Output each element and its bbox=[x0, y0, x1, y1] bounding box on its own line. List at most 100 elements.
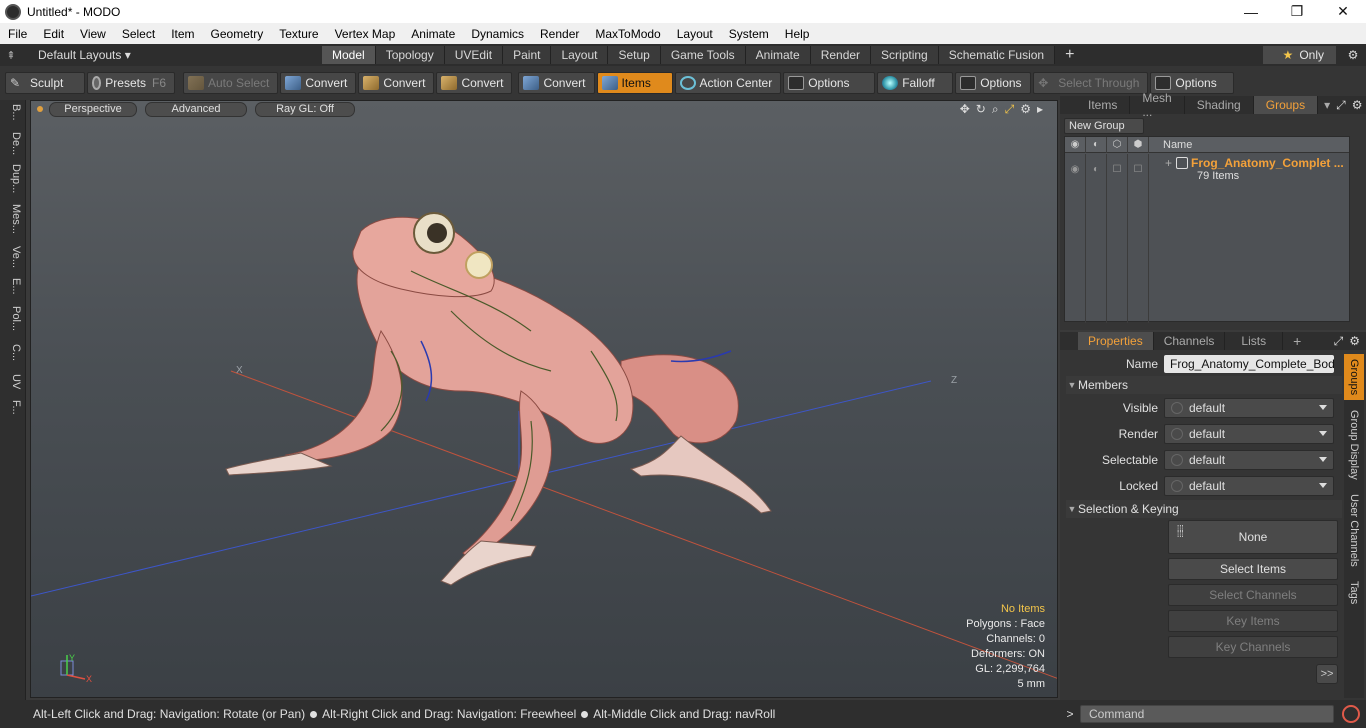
more-button[interactable]: >> bbox=[1316, 664, 1338, 684]
tab-uvedit[interactable]: UVEdit bbox=[444, 46, 504, 64]
new-group-button[interactable]: New Group bbox=[1064, 118, 1144, 134]
menu-maxtomodo[interactable]: MaxToModo bbox=[587, 27, 668, 41]
auto-select-button[interactable]: Auto Select bbox=[183, 72, 279, 94]
tab-model[interactable]: Model bbox=[322, 46, 376, 64]
viewport-more-icon[interactable]: ▸ bbox=[1037, 102, 1043, 116]
menu-animate[interactable]: Animate bbox=[403, 27, 463, 41]
tab-properties[interactable]: Properties bbox=[1078, 332, 1154, 350]
layouts-dropdown[interactable]: ⇞ Default Layouts ▾ bbox=[0, 48, 322, 62]
select-items-button[interactable]: Select Items bbox=[1168, 558, 1338, 580]
group-selectable-checkbox[interactable]: ☐ bbox=[1107, 154, 1128, 323]
menu-dynamics[interactable]: Dynamics bbox=[463, 27, 532, 41]
members-section-header[interactable]: ▼ Members bbox=[1066, 376, 1342, 394]
convert-vertices-button[interactable]: Convert bbox=[280, 72, 357, 94]
tab-shading[interactable]: Shading bbox=[1185, 96, 1254, 114]
viewport-menu-dot[interactable] bbox=[37, 106, 43, 112]
menu-layout[interactable]: Layout bbox=[669, 27, 721, 41]
name-field[interactable]: Frog_Anatomy_Complete_Body ( bbox=[1164, 355, 1334, 373]
groups-tab-dropdown-icon[interactable]: ▾ bbox=[1318, 96, 1336, 114]
side-tab-user-channels[interactable]: User Channels bbox=[1344, 490, 1364, 570]
tab-mesh-ops[interactable]: Mesh ... bbox=[1130, 91, 1185, 119]
tab-lists[interactable]: Lists bbox=[1225, 332, 1284, 350]
tab-topology[interactable]: Topology bbox=[375, 46, 445, 64]
fit-icon[interactable]: ⤢ bbox=[1005, 102, 1015, 117]
add-layout-button[interactable]: + bbox=[1055, 46, 1084, 64]
none-selection-button[interactable]: ⁞⁞⁞ ⁞⁞⁞ None bbox=[1168, 520, 1338, 554]
falloff-options-button[interactable]: Options bbox=[955, 72, 1032, 94]
select-through-button[interactable]: ✥ Select Through bbox=[1033, 72, 1149, 94]
raygl-button[interactable]: Ray GL: Off bbox=[255, 101, 355, 117]
menu-file[interactable]: File bbox=[0, 27, 35, 41]
tab-schematic-fusion[interactable]: Schematic Fusion bbox=[938, 46, 1056, 64]
zoom-icon[interactable]: ⌕ bbox=[992, 102, 999, 117]
items-mode-button[interactable]: Items bbox=[596, 72, 673, 94]
lock-column-icon[interactable]: ⬢ bbox=[1128, 136, 1149, 153]
selectable-column-icon[interactable]: ⬡ bbox=[1107, 136, 1128, 153]
select-channels-button[interactable]: Select Channels bbox=[1168, 584, 1338, 606]
convert-edges-button[interactable]: Convert bbox=[358, 72, 435, 94]
menu-system[interactable]: System bbox=[721, 27, 777, 41]
panel-gear-icon[interactable]: ⚙ bbox=[1349, 334, 1360, 349]
locked-dropdown[interactable]: default bbox=[1164, 476, 1334, 496]
command-stop-icon[interactable] bbox=[1342, 705, 1360, 723]
close-button[interactable]: ✕ bbox=[1320, 0, 1366, 23]
tab-setup[interactable]: Setup bbox=[608, 46, 661, 64]
add-tab-button[interactable]: + bbox=[1283, 332, 1311, 350]
keyframe-ring-icon[interactable] bbox=[1171, 454, 1183, 466]
name-column-header[interactable]: Name bbox=[1149, 139, 1192, 151]
expand-plus-icon[interactable]: + bbox=[1165, 156, 1172, 170]
only-toggle[interactable]: ★ Only bbox=[1262, 46, 1336, 64]
key-channels-button[interactable]: Key Channels bbox=[1168, 636, 1338, 658]
expand-panel-icon[interactable]: ⤢ bbox=[1334, 334, 1344, 349]
side-tab-group-display[interactable]: Group Display bbox=[1344, 406, 1364, 484]
left-tab-polygon[interactable]: Pol... bbox=[4, 306, 22, 331]
keyframe-ring-icon[interactable] bbox=[1171, 480, 1183, 492]
tab-layout[interactable]: Layout bbox=[551, 46, 609, 64]
panel-gear-icon[interactable]: ⚙ bbox=[1352, 98, 1363, 113]
keyframe-ring-icon[interactable] bbox=[1171, 402, 1183, 414]
sculpt-button[interactable]: ✎ Sculpt bbox=[5, 72, 85, 94]
group-row[interactable]: ◉ ◐ ☐ ☐ + Frog_Anatomy_Complet ... 79 Ite… bbox=[1065, 154, 1349, 323]
left-tab-deform[interactable]: De... bbox=[4, 132, 22, 155]
keyframe-ring-icon[interactable] bbox=[1171, 428, 1183, 440]
action-center-button[interactable]: Action Center bbox=[674, 72, 782, 94]
left-tab-mesh-edit[interactable]: Mes... bbox=[4, 204, 22, 234]
left-tab-uv[interactable]: UV bbox=[4, 374, 22, 389]
left-tab-vertex[interactable]: Ve... bbox=[4, 246, 22, 268]
convert-materials-button[interactable]: Convert bbox=[518, 72, 595, 94]
menu-help[interactable]: Help bbox=[777, 27, 818, 41]
group-render-icon[interactable]: ◐ bbox=[1086, 154, 1107, 323]
command-history-chevron[interactable]: > bbox=[1060, 707, 1080, 721]
tab-scripting[interactable]: Scripting bbox=[871, 46, 939, 64]
menu-view[interactable]: View bbox=[72, 27, 114, 41]
menu-geometry[interactable]: Geometry bbox=[203, 27, 272, 41]
selection-keying-section-header[interactable]: ▼ Selection & Keying bbox=[1066, 500, 1342, 518]
left-tab-fusion[interactable]: F... bbox=[4, 400, 22, 415]
render-column-icon[interactable]: ◐ bbox=[1086, 136, 1107, 153]
menu-vertex-map[interactable]: Vertex Map bbox=[327, 27, 404, 41]
left-tab-curve[interactable]: C... bbox=[4, 344, 22, 361]
menu-edit[interactable]: Edit bbox=[35, 27, 72, 41]
maximize-button[interactable]: ❐ bbox=[1274, 0, 1320, 23]
expand-panel-icon[interactable]: ⤢ bbox=[1336, 98, 1346, 113]
side-tab-groups[interactable]: Groups bbox=[1344, 354, 1364, 400]
render-dropdown[interactable]: default bbox=[1164, 424, 1334, 444]
tab-items[interactable]: Items bbox=[1060, 96, 1131, 114]
view-mode-button[interactable]: Perspective bbox=[49, 101, 137, 117]
action-center-options-button[interactable]: Options bbox=[783, 72, 876, 94]
left-tab-edge[interactable]: E... bbox=[4, 278, 22, 295]
key-items-button[interactable]: Key Items bbox=[1168, 610, 1338, 632]
visibility-column-eye-icon[interactable]: ◉ bbox=[1065, 136, 1086, 153]
group-item[interactable]: + Frog_Anatomy_Complet ... 79 Items bbox=[1165, 156, 1345, 182]
tab-channels[interactable]: Channels bbox=[1154, 332, 1226, 350]
left-tab-basic[interactable]: B... bbox=[4, 104, 22, 121]
3d-viewport[interactable]: X Z Perspective Advanced Ray GL: Off ✥ ↻… bbox=[30, 100, 1058, 698]
tab-game-tools[interactable]: Game Tools bbox=[660, 46, 746, 64]
group-lock-checkbox[interactable]: ☐ bbox=[1128, 154, 1149, 323]
left-tab-duplicate[interactable]: Dup... bbox=[4, 164, 22, 193]
minimize-button[interactable]: — bbox=[1228, 0, 1274, 23]
falloff-button[interactable]: Falloff bbox=[877, 72, 954, 94]
viewport-gear-icon[interactable]: ⚙ bbox=[1020, 102, 1031, 116]
advanced-shading-button[interactable]: Advanced bbox=[145, 101, 247, 117]
pan-icon[interactable]: ✥ bbox=[960, 102, 970, 116]
